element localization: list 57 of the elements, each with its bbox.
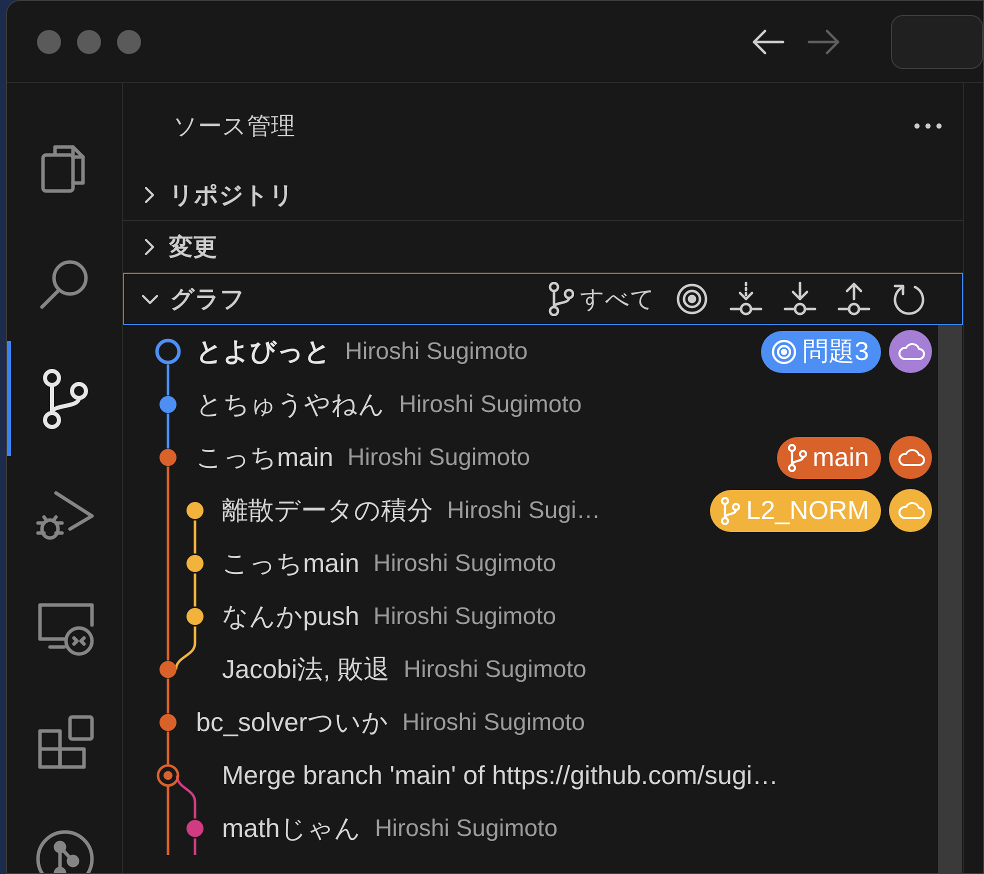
graph-line [194,626,196,643]
commit-author: Hiroshi Sugimoto [373,602,556,630]
commit-message: 離散データの積分 [222,494,433,527]
target-icon [675,282,709,316]
pull-icon [783,281,817,317]
commit-author: Hiroshi Sugimoto [399,390,582,418]
section-title: 変更 [169,232,217,262]
commit-author: Hiroshi Sugi… [447,496,600,524]
command-center-field[interactable] [891,14,983,68]
commit-message: とちゅうやねん [196,388,385,421]
minimize-window-light[interactable] [77,30,101,54]
push-icon [837,281,871,317]
commit-author: Hiroshi Sugimoto [404,656,586,684]
graph-line [194,838,196,855]
branch-icon [786,444,807,472]
branch-badge: main [776,436,881,478]
issue-badge: 問題3 [760,330,881,372]
commit-message: Merge branch 'main' of https://github.com/sugi… [222,760,778,791]
graph-curve [176,775,196,802]
source-control-icon [42,368,88,428]
scrollbar[interactable] [938,325,962,873]
cloud-icon [896,342,924,360]
branch-badge: L2_NORM [710,490,881,532]
commit-message: こっちmain [222,547,360,580]
remote-monitor-icon [36,600,94,656]
commit-message: とよびっと [196,335,331,368]
commit-author: Hiroshi Sugimoto [345,338,528,366]
commit-message: mathじゃん [222,812,361,845]
commit-message: Jacobi法, 敗退 [222,653,390,686]
commit-author: Hiroshi Sugimoto [402,708,586,736]
back-button[interactable] [751,28,785,56]
commit-author: Hiroshi Sugimoto [373,550,556,578]
cloud-icon [896,448,924,466]
branch-icon [720,496,740,524]
graph-curve [174,643,196,670]
sidebar-title: ソース管理 [173,112,295,142]
section-header[interactable]: グラフ すべて [123,273,963,325]
cloud-icon [896,502,924,520]
commit-message: なんかpush [222,600,360,633]
git-graph-icon [34,828,94,873]
refresh-icon [891,282,925,316]
branch-icon [548,282,574,316]
more-actions-button[interactable] [913,122,943,130]
commit-message: bc_solverついか [196,706,388,739]
close-window-light[interactable] [37,30,61,54]
commit-author: Hiroshi Sugimoto [374,814,558,842]
section-title: リポジトリ [169,180,294,210]
section-header[interactable]: リポジトリ [123,169,963,221]
section-header[interactable]: 変更 [123,221,963,273]
target-icon [770,338,797,364]
commit-message: こっちmain [196,441,334,474]
zoom-window-light[interactable] [117,30,141,54]
section-title: グラフ [170,285,245,315]
branch-filter-button[interactable]: すべて [545,282,658,316]
fetch-icon [729,281,763,317]
commit-author: Hiroshi Sugimoto [347,444,530,472]
graph-line [194,802,196,818]
